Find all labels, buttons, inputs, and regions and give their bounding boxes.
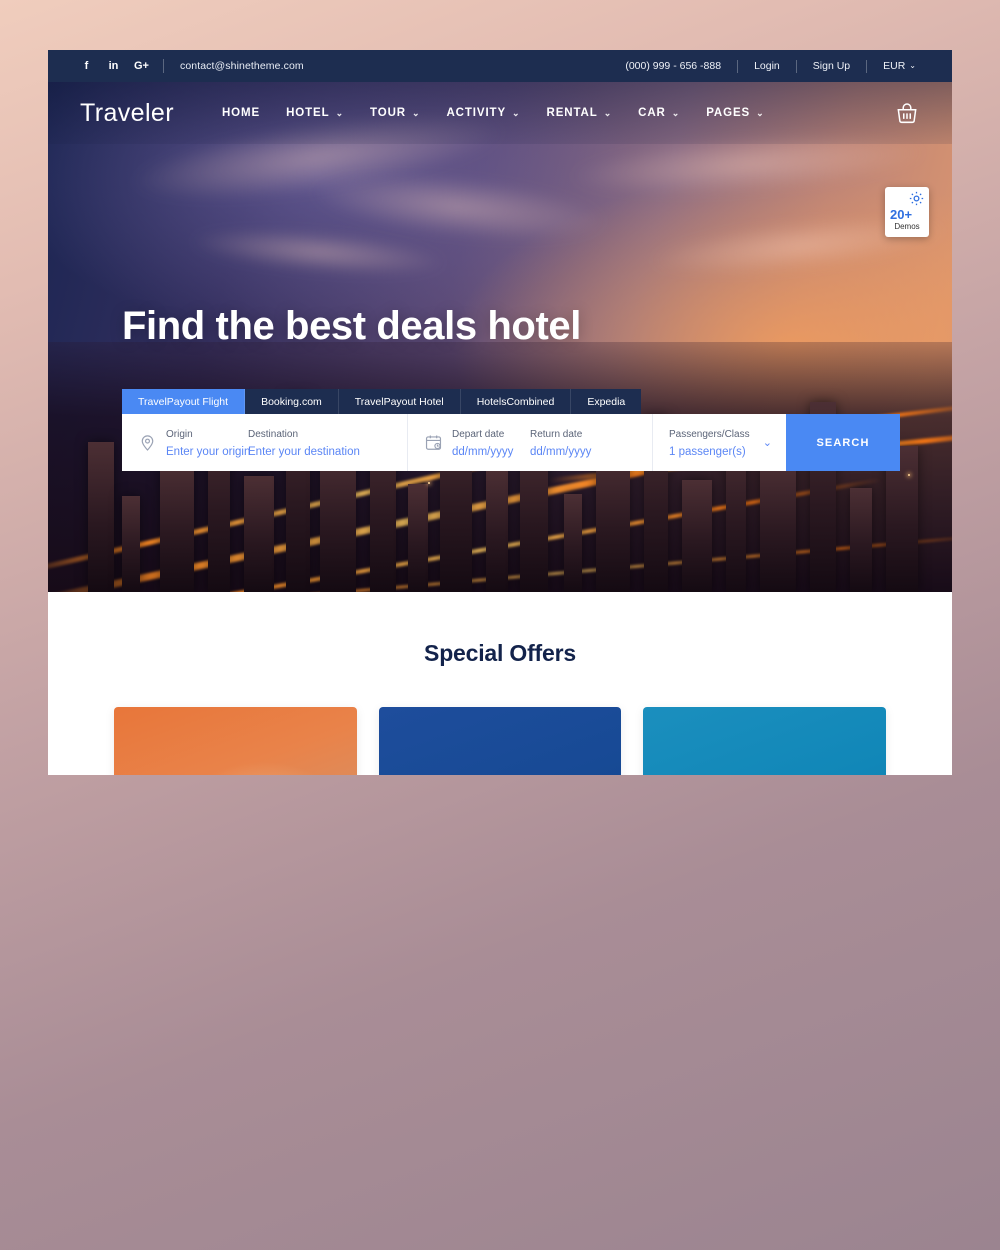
origin-label: Origin (166, 429, 193, 441)
chevron-down-icon: ⌄ (756, 107, 765, 118)
tab-booking-com[interactable]: Booking.com (245, 389, 339, 414)
googleplus-icon[interactable]: G+ (134, 60, 149, 72)
offer-card-great-deal[interactable]: Get a great deal on flights to ... (643, 707, 887, 775)
chevron-down-icon: ⌄ (335, 107, 345, 118)
chevron-down-icon: ⌄ (512, 107, 521, 118)
chevron-down-icon[interactable]: ⌄ (763, 436, 772, 449)
special-offers-section: Special Offers SAVE Need a hotel room fi… (48, 592, 952, 775)
depart-field-text: Depart date dd/mm/yyyy (452, 424, 513, 461)
signup-link[interactable]: Sign Up (797, 60, 866, 72)
nav-item-hotel[interactable]: HOTEL ⌄ (286, 107, 344, 119)
return-field-text: Return date dd/mm/yyyy (530, 424, 591, 461)
tab-expedia[interactable]: Expedia (571, 389, 642, 414)
shopping-basket-icon[interactable] (894, 100, 920, 126)
depart-label: Depart date (452, 429, 505, 441)
return-input[interactable]: dd/mm/yyyy (530, 446, 591, 458)
nav-label: HOTEL (286, 107, 330, 119)
tab-travelpayout-hotel[interactable]: TravelPayout Hotel (338, 389, 461, 414)
chevron-down-icon: ⌄ (603, 107, 613, 118)
passengers-field-text: Passengers/Class 1 passenger(s) (669, 424, 754, 461)
tab-hotelscombined[interactable]: HotelsCombined (460, 389, 572, 414)
calendar-icon (424, 433, 443, 452)
nav-label: ACTIVITY (446, 107, 507, 119)
top-utility-bar: f in G+ contact@shinetheme.com (000) 999… (48, 50, 952, 82)
dates-group: Depart date dd/mm/yyyy Return date dd/mm… (407, 414, 652, 471)
divider (163, 59, 164, 73)
phone-number: (000) 999 - 656 -888 (625, 60, 722, 72)
offer-card-hotel-room[interactable]: Need a hotel room first, what are you? (378, 707, 622, 775)
search-tabs: TravelPayout Flight Booking.com TravelPa… (122, 389, 900, 414)
nav-item-activity[interactable]: ACTIVITY ⌄ (446, 107, 520, 119)
map-pin-icon (138, 433, 157, 452)
destination-field[interactable]: Destination Enter your destination (232, 414, 382, 471)
contact-email[interactable]: contact@shinetheme.com (180, 60, 304, 72)
social-links: f in G+ (80, 60, 149, 72)
depart-date-field[interactable]: Depart date dd/mm/yyyy (408, 414, 526, 471)
main-navigation: Traveler HOME HOTEL ⌄ TOUR ⌄ ACTIVITY ⌄ … (48, 82, 952, 144)
chevron-down-icon: ⌄ (412, 107, 421, 118)
currency-label: EUR (883, 60, 906, 72)
nav-item-rental[interactable]: RENTAL ⌄ (547, 107, 613, 119)
linkedin-icon[interactable]: in (107, 60, 120, 72)
currency-selector[interactable]: EUR ⌄ (867, 60, 932, 72)
demos-badge[interactable]: 20+ Demos (885, 187, 929, 237)
passengers-label: Passengers/Class (669, 429, 750, 441)
login-link[interactable]: Login (738, 60, 796, 72)
origin-destination-group: Origin Enter your origin Destination Ent… (122, 414, 407, 471)
hero-section: Traveler HOME HOTEL ⌄ TOUR ⌄ ACTIVITY ⌄ … (48, 82, 952, 592)
destination-field-text: Destination Enter your destination (248, 424, 360, 461)
nav-menu: HOME HOTEL ⌄ TOUR ⌄ ACTIVITY ⌄ RENTAL ⌄ … (222, 107, 765, 119)
passengers-group: Passengers/Class 1 passenger(s) ⌄ (652, 414, 786, 471)
site-logo[interactable]: Traveler (80, 99, 174, 128)
tab-travelpayout-flight[interactable]: TravelPayout Flight (122, 389, 246, 414)
nav-item-tour[interactable]: TOUR ⌄ (370, 107, 420, 119)
nav-label: TOUR (370, 107, 406, 119)
offer-card-save[interactable]: SAVE (114, 707, 357, 775)
return-label: Return date (530, 429, 583, 441)
destination-input[interactable]: Enter your destination (248, 446, 360, 458)
nav-item-home[interactable]: HOME (222, 107, 260, 119)
nav-label: RENTAL (546, 107, 598, 119)
nav-label: PAGES (706, 107, 751, 119)
passengers-value[interactable]: 1 passenger(s) (669, 446, 746, 458)
search-widget: TravelPayout Flight Booking.com TravelPa… (122, 389, 900, 471)
hero-content: Traveler HOME HOTEL ⌄ TOUR ⌄ ACTIVITY ⌄ … (48, 82, 952, 592)
nav-label: CAR (638, 107, 666, 119)
demos-label: Demos (894, 221, 920, 231)
section-title: Special Offers (424, 640, 576, 666)
return-date-field[interactable]: Return date dd/mm/yyyy (526, 414, 636, 471)
chevron-down-icon: ⌄ (909, 61, 916, 70)
desktop-background: f in G+ contact@shinetheme.com (000) 999… (0, 0, 1000, 1250)
depart-input[interactable]: dd/mm/yyyy (452, 446, 513, 458)
nav-label: HOME (221, 107, 261, 119)
search-button[interactable]: SEARCH (786, 414, 900, 471)
origin-field[interactable]: Origin Enter your origin (122, 414, 250, 471)
nav-item-pages[interactable]: PAGES ⌄ (706, 107, 764, 119)
passengers-field[interactable]: Passengers/Class 1 passenger(s) ⌄ (653, 414, 786, 471)
nav-item-car[interactable]: CAR ⌄ (638, 107, 680, 119)
chevron-down-icon: ⌄ (671, 107, 681, 118)
top-bar-right: (000) 999 - 656 -888 Login Sign Up EUR ⌄ (609, 59, 932, 73)
hero-title: Find the best deals hotel (122, 304, 581, 348)
search-bar: Origin Enter your origin Destination Ent… (122, 414, 900, 471)
destination-label: Destination (248, 429, 299, 441)
browser-viewport: f in G+ contact@shinetheme.com (000) 999… (48, 50, 952, 775)
facebook-icon[interactable]: f (80, 60, 93, 72)
gear-icon (908, 190, 925, 212)
offer-cards: SAVE Need a hotel room first, what are y… (48, 707, 952, 775)
